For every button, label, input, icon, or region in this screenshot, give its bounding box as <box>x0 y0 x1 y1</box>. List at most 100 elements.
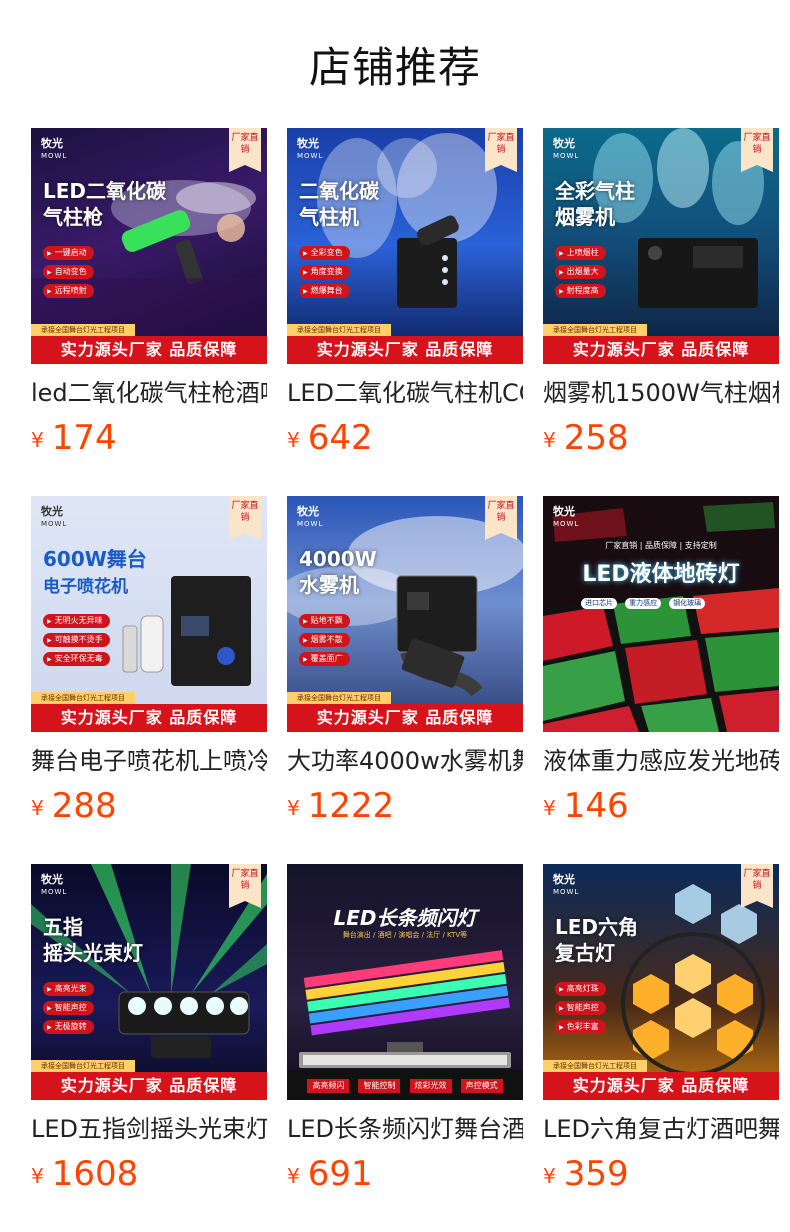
image-headline: LED二氧化碳 气柱枪 <box>43 179 167 229</box>
product-card[interactable]: 牧光MOWL 厂家直销 LED六角复古灯 高亮灯珠 智能声控 色彩丰富 承接全国… <box>543 864 779 1232</box>
feature-list: 上喷烟柱 出烟量大 射程度高 <box>555 246 606 303</box>
product-name[interactable]: 大功率4000w水雾机舞台 <box>287 744 523 778</box>
image-headline: 600W舞台 电子喷花机 <box>43 547 147 597</box>
feature-pill: 燃爆舞台 <box>299 284 350 298</box>
product-image[interactable]: 牧光MOWL 厂家直销 二氧化碳气柱机 全彩变色 角度变换 燃爆舞台 承接全国舞… <box>287 128 523 364</box>
project-strip: 承接全国舞台灯光工程项目 <box>287 324 391 336</box>
image-subtitle: 舞台演出 / 酒吧 / 演唱会 / 法厅 / KTV等 <box>342 931 468 939</box>
feature-pill: 安全环保无毒 <box>43 652 110 666</box>
product-price: ¥146 <box>543 786 629 832</box>
product-image[interactable]: 牧光MOWL 厂家直销 LED六角复古灯 高亮灯珠 智能声控 色彩丰富 承接全国… <box>543 864 779 1100</box>
brand-logo: 牧光 MOWL <box>297 505 324 528</box>
product-name[interactable]: led二氧化碳气柱枪酒吧 <box>31 376 267 410</box>
feature-pill: 一键启动 <box>43 246 94 260</box>
feature-pill: 智能声控 <box>43 1001 94 1015</box>
promo-banner: 实力源头厂家 品质保障 <box>31 704 267 732</box>
image-headline: 4000W 水雾机 <box>299 547 377 597</box>
feature-pill: 出烟量大 <box>555 265 606 279</box>
product-name[interactable]: LED六角复古灯酒吧舞台 <box>543 1112 779 1146</box>
feature-pill: 角度变换 <box>299 265 350 279</box>
product-image[interactable]: 牧光 MOWL 厂家直销 | 品质保障 | 支持定制 LED液体地砖灯 进口芯片 … <box>543 496 779 732</box>
product-card[interactable]: 牧光MOWL 厂家直销 4000W水雾机 贴地不飘 烟雾不散 覆盖面广 承接全国… <box>287 496 523 864</box>
tag-pill: 重力感应 <box>625 598 662 609</box>
brand-logo: 牧光 MOWL <box>553 137 580 160</box>
product-name[interactable]: 液体重力感应发光地砖灯 <box>543 744 779 778</box>
currency-symbol: ¥ <box>31 1164 44 1188</box>
product-image[interactable]: 牧光MOWL 厂家直销 全彩气柱烟雾机 上喷烟柱 出烟量大 射程度高 承接全国舞… <box>543 128 779 364</box>
product-name[interactable]: LED五指剑摇头光束灯酒吧 <box>31 1112 267 1146</box>
brand-logo: 牧光 MOWL <box>553 505 580 528</box>
product-card[interactable]: 牧光MOWL 厂家直销 600W舞台电子喷花机 无明火无异味 可触摸不烫手 安全… <box>31 496 267 864</box>
price-value: 146 <box>563 786 629 826</box>
feature-pill: 智能声控 <box>555 1001 606 1015</box>
feature-pill: 全彩变色 <box>299 246 350 260</box>
product-price: ¥258 <box>543 418 629 464</box>
product-image[interactable]: 牧光MOWL 厂家直销 LED二氧化碳气柱枪 一键启动 自动变色 远程喷射 承接… <box>31 128 267 364</box>
project-strip: 承接全国舞台灯光工程项目 <box>31 324 135 336</box>
currency-symbol: ¥ <box>287 796 300 820</box>
product-name[interactable]: LED二氧化碳气柱机CO2 <box>287 376 523 410</box>
strobe-bar-icon <box>299 950 511 1068</box>
price-value: 258 <box>563 418 629 458</box>
brand-logo: 牧光 MOWL <box>41 505 68 528</box>
chip: 智能控制 <box>358 1079 401 1093</box>
feature-list: 贴地不飘 烟雾不散 覆盖面广 <box>299 614 350 671</box>
feature-list: 全彩变色 角度变换 燃爆舞台 <box>299 246 350 303</box>
image-headline: 五指 摇头光束灯 <box>43 915 143 965</box>
feature-pill: 高亮灯珠 <box>555 982 606 996</box>
chip: 炫彩光效 <box>409 1079 452 1093</box>
product-image[interactable]: 牧光MOWL 厂家直销 4000W水雾机 贴地不飘 烟雾不散 覆盖面广 承接全国… <box>287 496 523 732</box>
chip: 声控模式 <box>460 1079 503 1093</box>
product-card[interactable]: LED长条频闪灯 舞台演出 / 酒吧 / 演唱会 / 法厅 / KTV等 高亮频… <box>287 864 523 1232</box>
brand-logo: 牧光 MOWL <box>297 137 324 160</box>
feature-pill: 无极旋转 <box>43 1020 94 1034</box>
promo-banner: 实力源头厂家 品质保障 <box>287 336 523 364</box>
currency-symbol: ¥ <box>543 428 556 452</box>
promo-banner: 实力源头厂家 品质保障 <box>287 704 523 732</box>
feature-pill: 可触摸不烫手 <box>43 633 110 647</box>
image-subtitle: 厂家直销 | 品质保障 | 支持定制 <box>605 541 717 550</box>
project-strip: 承接全国舞台灯光工程项目 <box>31 1060 135 1072</box>
product-card[interactable]: 牧光MOWL 厂家直销 二氧化碳气柱机 全彩变色 角度变换 燃爆舞台 承接全国舞… <box>287 128 523 496</box>
price-value: 288 <box>51 786 117 826</box>
product-name[interactable]: 舞台电子喷花机上喷冷焰火 <box>31 744 267 778</box>
product-card[interactable]: 牧光 MOWL 厂家直销 | 品质保障 | 支持定制 LED液体地砖灯 进口芯片 … <box>543 496 779 864</box>
currency-symbol: ¥ <box>543 796 556 820</box>
project-strip: 承接全国舞台灯光工程项目 <box>287 692 391 704</box>
product-image[interactable]: 牧光MOWL 厂家直销 600W舞台电子喷花机 无明火无异味 可触摸不烫手 安全… <box>31 496 267 732</box>
section-title: 店铺推荐 <box>308 43 481 92</box>
tag-list: 进口芯片 重力感应 钢化玻璃 <box>581 590 708 609</box>
currency-symbol: ¥ <box>31 428 44 452</box>
image-headline: LED长条频闪灯 <box>333 906 477 930</box>
price-value: 642 <box>307 418 373 458</box>
currency-symbol: ¥ <box>31 796 44 820</box>
feature-pill: 贴地不飘 <box>299 614 350 628</box>
feature-list: 高亮光束 智能声控 无极旋转 <box>43 982 94 1039</box>
currency-symbol: ¥ <box>287 1164 300 1188</box>
feature-pill: 高亮光束 <box>43 982 94 996</box>
product-price: ¥359 <box>543 1154 629 1200</box>
image-headline: 二氧化碳 气柱机 <box>299 179 379 229</box>
price-value: 1608 <box>51 1154 139 1194</box>
product-price: ¥691 <box>287 1154 373 1200</box>
tag-pill: 进口芯片 <box>581 598 617 609</box>
floor-tile-icon <box>543 496 779 732</box>
feature-pill: 自动变色 <box>43 265 94 279</box>
chip-row: 高亮频闪 智能控制 炫彩光效 声控模式 <box>287 1070 523 1100</box>
product-grid: 牧光MOWL 厂家直销 LED二氧化碳气柱枪 一键启动 自动变色 远程喷射 承接… <box>31 128 790 1232</box>
product-name[interactable]: LED长条频闪灯舞台酒吧 <box>287 1112 523 1146</box>
product-price: ¥1608 <box>31 1154 138 1200</box>
product-price: ¥288 <box>31 786 117 832</box>
product-card[interactable]: 牧光MOWL 厂家直销 五指摇头光束灯 高亮光束 智能声控 无极旋转 承接全国舞… <box>31 864 267 1232</box>
promo-banner: 实力源头厂家 品质保障 <box>31 1072 267 1100</box>
price-value: 691 <box>307 1154 373 1194</box>
project-strip: 承接全国舞台灯光工程项目 <box>31 692 135 704</box>
brand-logo: 牧光 MOWL <box>553 873 580 896</box>
feature-pill: 远程喷射 <box>43 284 94 298</box>
product-image[interactable]: 牧光MOWL 厂家直销 五指摇头光束灯 高亮光束 智能声控 无极旋转 承接全国舞… <box>31 864 267 1100</box>
product-image[interactable]: LED长条频闪灯 舞台演出 / 酒吧 / 演唱会 / 法厅 / KTV等 高亮频… <box>287 864 523 1100</box>
project-strip: 承接全国舞台灯光工程项目 <box>543 1060 647 1072</box>
product-name[interactable]: 烟雾机1500W气柱烟机 <box>543 376 779 410</box>
product-card[interactable]: 牧光MOWL 厂家直销 LED二氧化碳气柱枪 一键启动 自动变色 远程喷射 承接… <box>31 128 267 496</box>
product-card[interactable]: 牧光MOWL 厂家直销 全彩气柱烟雾机 上喷烟柱 出烟量大 射程度高 承接全国舞… <box>543 128 779 496</box>
